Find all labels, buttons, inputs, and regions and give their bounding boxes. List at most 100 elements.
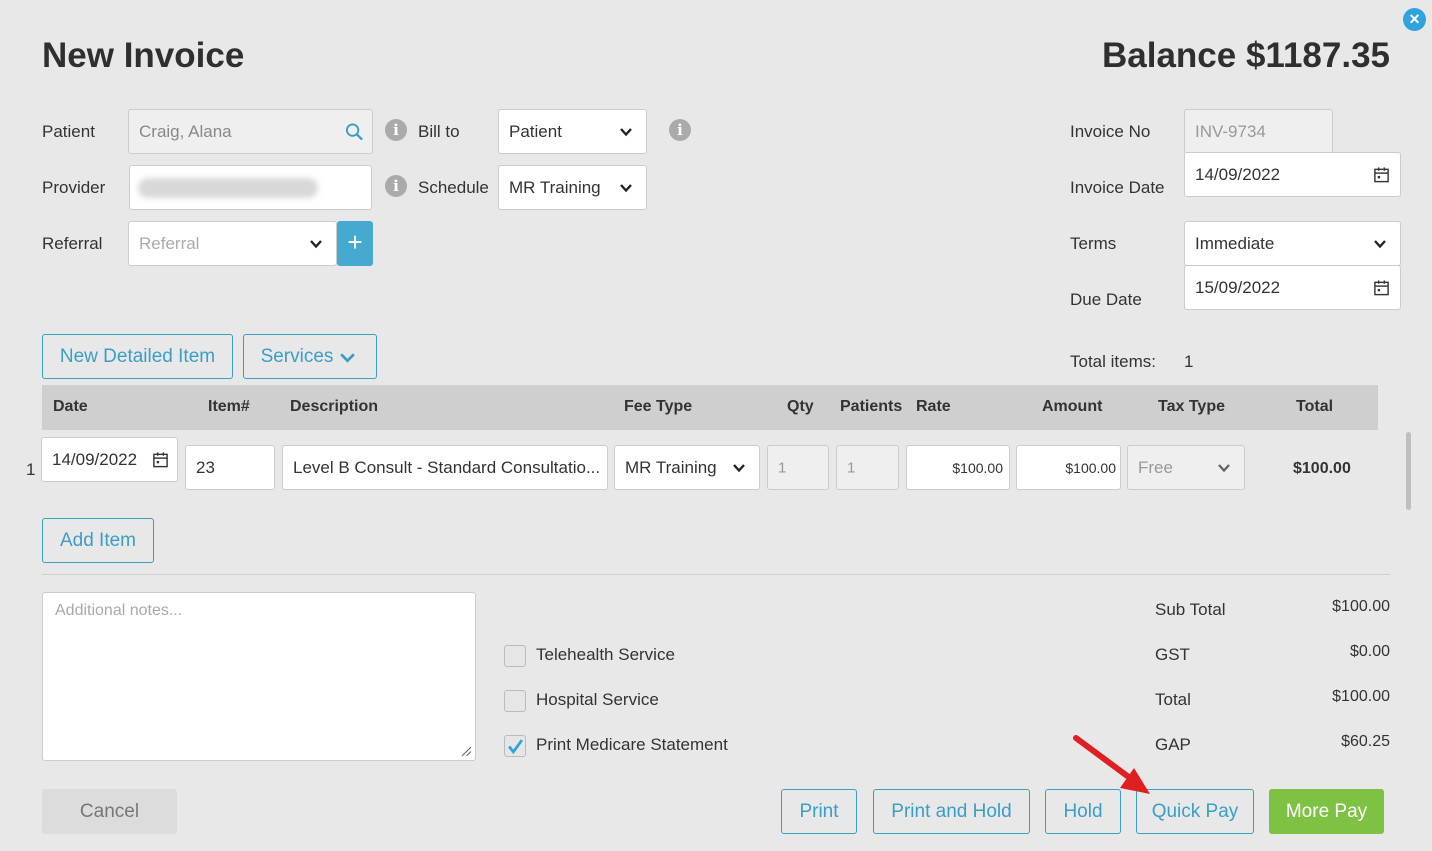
total-value: $100.00: [1332, 688, 1390, 705]
due-date-value: 15/09/2022: [1195, 277, 1281, 297]
terms-select[interactable]: Immediate: [1184, 221, 1401, 266]
bill-to-info-icon[interactable]: i: [669, 119, 691, 141]
col-qty: Qty: [787, 398, 814, 415]
chevron-down-icon: [733, 463, 745, 472]
terms-value: Immediate: [1195, 233, 1275, 253]
col-tax-type: Tax Type: [1158, 398, 1225, 415]
chevron-down-icon: [1374, 239, 1386, 248]
total-label: Total: [1155, 690, 1191, 709]
print-button[interactable]: Print: [781, 789, 857, 834]
more-pay-button[interactable]: More Pay: [1269, 789, 1384, 834]
due-date-field[interactable]: 15/09/2022: [1184, 265, 1401, 310]
patient-value: Craig, Alana: [139, 121, 232, 141]
resize-handle-icon[interactable]: [461, 746, 472, 757]
row-tax-type-select: Free: [1127, 445, 1245, 490]
due-date-label: Due Date: [1070, 290, 1142, 309]
calendar-icon[interactable]: [1373, 279, 1390, 296]
provider-field[interactable]: [129, 165, 372, 210]
invoice-date-field[interactable]: 14/09/2022: [1184, 152, 1401, 197]
row-patients-value: 1: [847, 459, 856, 476]
calendar-icon[interactable]: [152, 451, 169, 468]
bill-to-label: Bill to: [418, 122, 460, 141]
col-amount: Amount: [1042, 398, 1103, 415]
row-description-field[interactable]: Level B Consult - Standard Consultatio..…: [282, 445, 608, 490]
row-amount-value: $100.00: [1065, 459, 1116, 476]
bill-to-select[interactable]: Patient: [498, 109, 647, 154]
items-table-header: Date Item# Description Fee Type Qty Pati…: [42, 385, 1378, 430]
cancel-button[interactable]: Cancel: [42, 789, 177, 834]
col-rate: Rate: [916, 398, 951, 415]
close-icon[interactable]: ×: [1403, 8, 1426, 31]
hospital-service-checkbox[interactable]: [504, 690, 526, 712]
sub-total-value: $100.00: [1332, 598, 1390, 615]
schedule-select[interactable]: MR Training: [498, 165, 647, 210]
new-detailed-item-button[interactable]: New Detailed Item: [42, 334, 233, 379]
row-rate-value: $100.00: [952, 459, 1003, 476]
row-fee-type-select[interactable]: MR Training: [614, 445, 760, 490]
notes-placeholder: Additional notes...: [55, 602, 183, 619]
referral-select[interactable]: Referral: [128, 221, 337, 266]
row-description-value: Level B Consult - Standard Consultatio..…: [293, 457, 601, 477]
referral-label: Referral: [42, 234, 103, 253]
provider-label: Provider: [42, 178, 106, 197]
search-icon[interactable]: [345, 122, 364, 141]
invoice-no-value: INV-9734: [1195, 121, 1266, 141]
chevron-down-icon: [620, 183, 632, 192]
print-and-hold-button[interactable]: Print and Hold: [873, 789, 1030, 834]
balance-amount: Balance $1187.35: [1101, 36, 1390, 75]
add-referral-button[interactable]: +: [337, 221, 373, 266]
check-icon: [508, 739, 523, 755]
calendar-icon[interactable]: [1373, 166, 1390, 183]
patient-label: Patient: [42, 122, 95, 141]
row-item-field[interactable]: 23: [185, 445, 275, 490]
row-fee-type-value: MR Training: [625, 457, 717, 477]
invoice-date-label: Invoice Date: [1070, 178, 1165, 197]
divider: [42, 574, 1390, 575]
add-item-button[interactable]: Add Item: [42, 518, 154, 563]
row-tax-type-value: Free: [1138, 457, 1173, 477]
patient-info-icon[interactable]: i: [385, 119, 407, 141]
patient-field[interactable]: Craig, Alana: [128, 109, 373, 154]
provider-redacted: [138, 178, 318, 198]
row-rate-field[interactable]: $100.00: [906, 445, 1010, 490]
page-title: New Invoice: [42, 36, 245, 75]
row-qty-value: 1: [778, 459, 787, 476]
sub-total-label: Sub Total: [1155, 600, 1226, 619]
invoice-date-value: 14/09/2022: [1195, 164, 1281, 184]
print-medicare-checkbox[interactable]: [504, 735, 526, 757]
invoice-no-field: INV-9734: [1184, 109, 1333, 154]
print-medicare-label: Print Medicare Statement: [536, 735, 728, 754]
gap-label: GAP: [1155, 735, 1191, 754]
telehealth-label: Telehealth Service: [536, 645, 675, 664]
row-total-value: $100.00: [1293, 460, 1351, 477]
chevron-down-icon: [1218, 463, 1230, 472]
terms-label: Terms: [1070, 234, 1117, 253]
total-items-label: Total items:: [1070, 352, 1156, 371]
services-label: Services: [260, 346, 334, 367]
row-patients-field: 1: [836, 445, 899, 490]
gst-label: GST: [1155, 645, 1190, 664]
chevron-down-icon: [620, 127, 632, 136]
chevron-down-icon: [340, 353, 355, 363]
col-fee-type: Fee Type: [624, 398, 693, 415]
gst-value: $0.00: [1349, 643, 1390, 660]
row-number: 1: [26, 460, 36, 479]
row-date-field[interactable]: 14/09/2022: [41, 437, 178, 482]
col-patients: Patients: [840, 398, 903, 415]
row-amount-field[interactable]: $100.00: [1016, 445, 1121, 490]
telehealth-checkbox[interactable]: [504, 645, 526, 667]
schedule-label: Schedule: [418, 178, 489, 197]
services-dropdown-button[interactable]: Services: [243, 334, 377, 379]
referral-placeholder: Referral: [139, 233, 200, 253]
provider-info-icon[interactable]: i: [385, 175, 407, 197]
additional-notes-textarea[interactable]: Additional notes...: [42, 592, 476, 761]
gap-value: $60.25: [1341, 733, 1390, 750]
table-scrollbar[interactable]: [1406, 432, 1411, 510]
hospital-service-label: Hospital Service: [536, 690, 659, 709]
row-item-value: 23: [196, 457, 215, 477]
col-total: Total: [1296, 398, 1334, 415]
col-item: Item#: [208, 398, 250, 415]
row-qty-field: 1: [767, 445, 829, 490]
row-date-value: 14/09/2022: [52, 449, 138, 469]
chevron-down-icon: [310, 239, 322, 248]
